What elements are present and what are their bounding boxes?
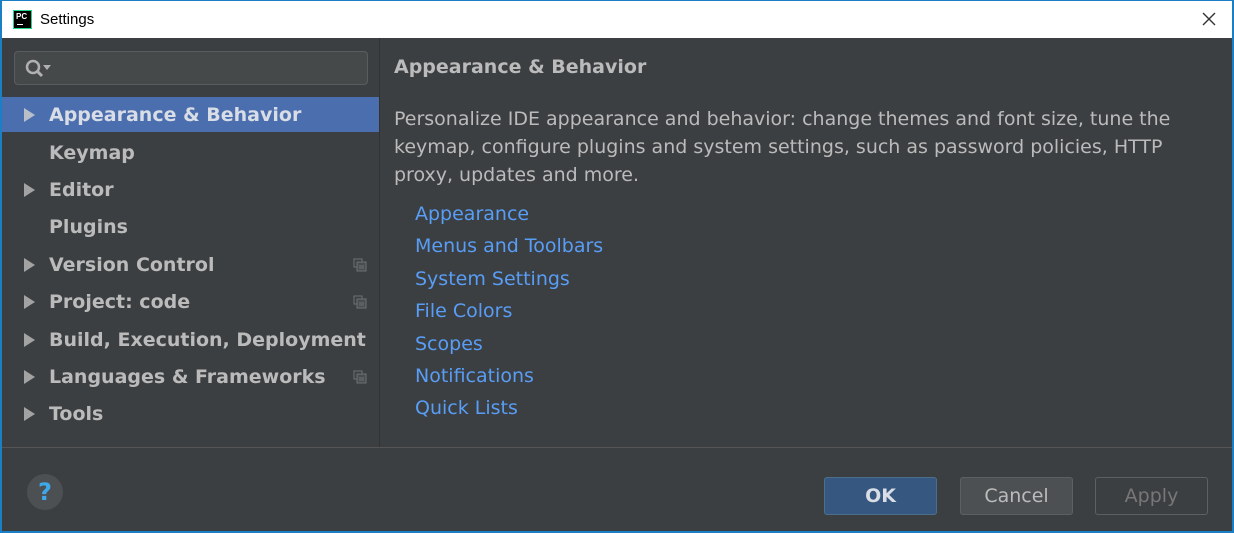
- expand-arrow-icon[interactable]: [24, 407, 35, 422]
- page-title: Appearance & Behavior: [394, 56, 647, 78]
- sidebar-item-keymap[interactable]: Keymap: [2, 134, 379, 171]
- help-icon: ?: [38, 478, 52, 506]
- sidebar-item-project-code[interactable]: Project: code: [2, 284, 379, 321]
- settings-search-input[interactable]: [14, 51, 368, 85]
- link-quick-lists[interactable]: Quick Lists: [415, 393, 603, 425]
- sidebar-item-editor[interactable]: Editor: [2, 171, 379, 208]
- link-notifications[interactable]: Notifications: [415, 361, 603, 393]
- sidebar-item-version-control[interactable]: Version Control: [2, 246, 379, 283]
- expand-arrow-icon[interactable]: [24, 295, 35, 310]
- sidebar-item-languages-frameworks[interactable]: Languages & Frameworks: [2, 358, 379, 395]
- dialog-footer: ? OK Cancel Apply: [2, 447, 1232, 531]
- sidebar-item-label: Build, Execution, Deployment: [49, 328, 366, 351]
- cancel-button[interactable]: Cancel: [960, 477, 1073, 515]
- title-bar: PC Settings: [2, 1, 1232, 38]
- search-icon[interactable]: [24, 58, 56, 80]
- project-level-settings-icon: [353, 295, 367, 309]
- apply-button[interactable]: Apply: [1095, 477, 1208, 515]
- ok-button[interactable]: OK: [824, 477, 937, 515]
- sidebar-item-label: Languages & Frameworks: [49, 366, 326, 389]
- page-description: Personalize IDE appearance and behavior:…: [394, 108, 1171, 186]
- link-system-settings[interactable]: System Settings: [415, 264, 603, 296]
- help-button[interactable]: ?: [27, 474, 63, 510]
- link-appearance[interactable]: Appearance: [415, 199, 603, 231]
- sidebar-item-label: Plugins: [49, 216, 128, 239]
- sidebar-item-label: Project: code: [49, 291, 191, 314]
- expand-arrow-icon[interactable]: [24, 370, 35, 385]
- sidebar-item-appearance-behavior[interactable]: Appearance & Behavior: [2, 97, 379, 132]
- link-menus-and-toolbars[interactable]: Menus and Toolbars: [415, 231, 603, 263]
- pycharm-logo-icon: PC: [13, 10, 32, 29]
- close-icon: [1202, 12, 1216, 26]
- settings-content-panel: Appearance & Behavior Personalize IDE ap…: [381, 38, 1232, 447]
- settings-sidebar: Appearance & Behavior Keymap Editor Plugins…: [2, 38, 380, 447]
- sidebar-item-label: Version Control: [49, 253, 215, 276]
- expand-arrow-icon[interactable]: [24, 332, 35, 347]
- sidebar-item-label: Tools: [49, 403, 104, 426]
- expand-arrow-icon[interactable]: [24, 257, 35, 272]
- close-button[interactable]: [1194, 5, 1224, 33]
- sidebar-item-label: Appearance & Behavior: [49, 103, 302, 126]
- sidebar-item-plugins[interactable]: Plugins: [2, 209, 379, 246]
- project-level-settings-icon: [353, 258, 367, 272]
- window-title: Settings: [40, 11, 95, 28]
- settings-dialog: PC Settings Appearance & Behavior Keymap E…: [0, 0, 1234, 533]
- link-file-colors[interactable]: File Colors: [415, 296, 603, 328]
- sidebar-item-tools[interactable]: Tools: [2, 396, 379, 433]
- sidebar-item-build-execution-deployment[interactable]: Build, Execution, Deployment: [2, 321, 379, 358]
- link-scopes[interactable]: Scopes: [415, 329, 603, 361]
- sidebar-item-label: Editor: [49, 179, 114, 202]
- subsection-links: Appearance Menus and Toolbars System Setti…: [415, 199, 603, 426]
- expand-arrow-icon[interactable]: [24, 183, 35, 198]
- expand-arrow-icon[interactable]: [24, 107, 35, 122]
- project-level-settings-icon: [353, 370, 367, 384]
- app-icon-text: PC: [16, 12, 28, 21]
- sidebar-item-label: Keymap: [49, 141, 135, 164]
- settings-tree: Appearance & Behavior Keymap Editor Plugins…: [2, 97, 379, 433]
